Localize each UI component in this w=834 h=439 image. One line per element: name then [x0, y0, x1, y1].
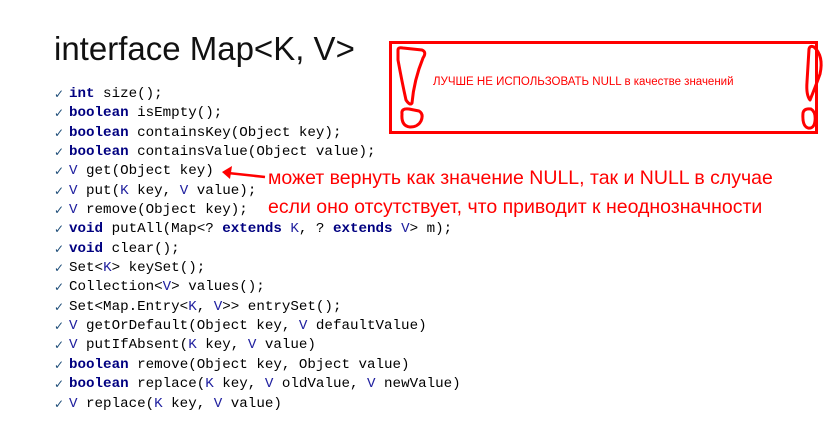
arrow-icon: [222, 166, 266, 179]
exclamation-mark-left-icon: [396, 46, 427, 129]
annotation-overlay: [222, 44, 823, 179]
exclamation-mark-right-icon: [801, 44, 823, 130]
